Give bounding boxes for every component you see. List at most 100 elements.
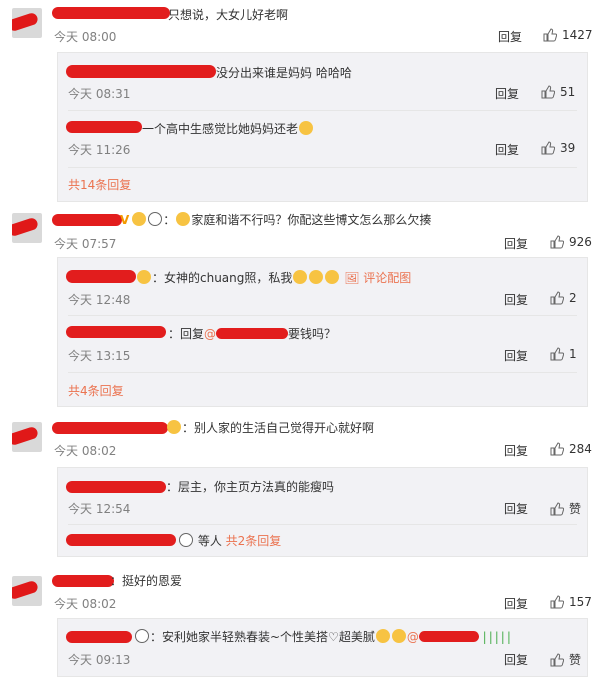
timestamp: 今天 12:48 <box>68 293 131 307</box>
reply-button[interactable]: 回复 <box>498 28 522 45</box>
like-count: 926 <box>569 235 592 249</box>
like-button[interactable]: 赞 <box>550 651 581 668</box>
like-button[interactable]: 39 <box>541 141 575 155</box>
reply-button[interactable]: 回复 <box>495 85 519 102</box>
reply-text: 一个高中生感觉比她妈妈还老 <box>142 120 314 137</box>
like-button[interactable]: 51 <box>541 85 575 99</box>
divider <box>68 524 577 525</box>
comment-text: 只想说，大女儿好老啊 <box>168 8 289 22</box>
redacted-usernames <box>66 534 176 546</box>
timestamp: 今天 08:00 <box>54 30 117 44</box>
redacted-username <box>52 214 122 226</box>
panda-icon <box>148 212 163 226</box>
reply-item: ：回复@ 要钱吗？ 今天 13:15 回复 1 <box>58 314 587 369</box>
like-count: 1 <box>569 347 577 361</box>
reply-item: 没分出来谁是妈妈 哈哈哈 今天 08:31 回复 51 <box>58 53 587 108</box>
reply-button[interactable]: 回复 <box>504 595 528 612</box>
thumbs-up-icon <box>550 235 564 249</box>
more-replies-link[interactable]: 共14条回复 <box>68 176 131 193</box>
timestamp: 今天 12:54 <box>68 502 131 516</box>
verified-badge-icon: V <box>120 213 130 227</box>
redacted-username <box>66 631 132 643</box>
avatar[interactable] <box>12 8 42 38</box>
avatar[interactable] <box>12 213 42 243</box>
divider <box>68 372 577 373</box>
reply-item: ：女神的chuang照，私我 🖼 评论配图 今天 12:48 回复 2 <box>58 258 587 313</box>
thumbs-up-icon <box>541 85 555 99</box>
timestamp: 今天 08:02 <box>54 597 117 611</box>
panda-icon <box>179 533 193 547</box>
reply-button[interactable]: 回复 <box>504 235 528 252</box>
emoji-icon <box>137 270 151 284</box>
like-button[interactable]: 1 <box>550 347 577 361</box>
emoji-icon <box>391 629 406 643</box>
reply-text: 没分出来谁是妈妈 哈哈哈 <box>216 66 352 80</box>
timestamp: 今天 09:13 <box>68 653 131 667</box>
reply-button[interactable]: 回复 <box>504 347 528 364</box>
comment-text: V：家庭和谐不行吗？你配这些博文怎么那么欠揍 <box>120 212 432 227</box>
more-replies-link[interactable]: 共4条回复 <box>68 382 124 399</box>
reply-item: ：安利她家半轻熟春装~个性美搭♡超美腻 @ ||||| 今天 09:13 回复 赞 <box>58 619 587 674</box>
timestamp: 今天 13:15 <box>68 349 131 363</box>
reply-button[interactable]: 回复 <box>504 291 528 308</box>
like-button[interactable]: 157 <box>550 595 592 609</box>
thumbs-up-icon <box>550 652 564 666</box>
reply-thread: 没分出来谁是妈妈 哈哈哈 今天 08:31 回复 51 一个高中生感觉比她妈妈还… <box>57 52 588 202</box>
reply-thread: ：女神的chuang照，私我 🖼 评论配图 今天 12:48 回复 2 ：回复@… <box>57 257 588 407</box>
like-button[interactable]: 1427 <box>543 28 593 42</box>
comment-3: ：别人家的生活自己觉得开心就好啊 今天 08:02 回复 284 ：层主，你主页… <box>0 412 600 562</box>
emoji-icon <box>309 270 324 284</box>
reply-text: ：回复@ 要钱吗？ <box>168 327 337 341</box>
timestamp: 今天 07:57 <box>54 237 117 251</box>
like-button[interactable]: 赞 <box>550 500 581 517</box>
thumbs-up-icon <box>550 291 564 305</box>
reply-thread: ：安利她家半轻熟春装~个性美搭♡超美腻 @ ||||| 今天 09:13 回复 赞 <box>57 618 588 677</box>
redacted-username <box>52 7 170 19</box>
more-replies-link[interactable]: 共2条回复 <box>226 534 282 548</box>
thumbs-up-icon <box>543 28 557 42</box>
like-count: 39 <box>560 141 576 155</box>
comment-2: V：家庭和谐不行吗？你配这些博文怎么那么欠揍 今天 07:57 回复 926 ：… <box>0 205 600 410</box>
divider <box>68 167 577 168</box>
redacted-username <box>66 65 216 78</box>
comment-4: ：挺好的恩爱 今天 08:02 回复 157 ：安利她家半轻熟春装~个性美搭♡超… <box>0 566 600 677</box>
like-button[interactable]: 284 <box>550 442 592 456</box>
redacted-mention <box>418 631 479 642</box>
avatar[interactable] <box>12 576 42 606</box>
comment-image-link[interactable]: 🖼 评论配图 <box>344 271 411 285</box>
like-count: 2 <box>569 291 577 305</box>
thumbs-up-icon <box>541 141 555 155</box>
thumbs-up-icon <box>550 347 564 361</box>
redacted-username <box>66 326 166 338</box>
timestamp: 今天 08:31 <box>68 87 131 101</box>
comment-text: ：别人家的生活自己觉得开心就好啊 <box>166 419 374 436</box>
reply-button[interactable]: 回复 <box>504 500 528 517</box>
reply-button[interactable]: 回复 <box>495 141 519 158</box>
thumbs-up-icon <box>550 442 564 456</box>
like-button[interactable]: 926 <box>550 235 592 249</box>
emoji-icon <box>167 420 181 434</box>
emoji-icon <box>176 212 191 226</box>
timestamp: 今天 08:02 <box>54 444 117 458</box>
emoji-icon <box>293 270 308 284</box>
emoji-icon <box>299 121 314 135</box>
emoji-icon <box>325 270 340 284</box>
redacted-username <box>52 422 168 434</box>
like-button[interactable]: 2 <box>550 291 577 305</box>
like-count: 51 <box>560 85 576 99</box>
avatar[interactable] <box>12 422 42 452</box>
redacted-mention <box>216 328 289 339</box>
grass-emoji-icon: ||||| <box>482 630 513 644</box>
reply-text: ：女神的chuang照，私我 🖼 评论配图 <box>136 269 411 286</box>
redacted-username <box>66 121 142 133</box>
emoji-icon <box>132 212 147 226</box>
comment-text: ：挺好的恩爱 <box>110 574 183 588</box>
reply-button[interactable]: 回复 <box>504 651 528 668</box>
reply-button[interactable]: 回复 <box>504 442 528 459</box>
comment-1: 只想说，大女儿好老啊 今天 08:00 回复 1427 没分出来谁是妈妈 哈哈哈… <box>0 0 600 205</box>
thumbs-up-icon <box>550 595 564 609</box>
comment-feed: 只想说，大女儿好老啊 今天 08:00 回复 1427 没分出来谁是妈妈 哈哈哈… <box>0 0 600 677</box>
redacted-username <box>66 481 166 493</box>
emoji-icon <box>375 629 390 643</box>
thumbs-up-icon <box>550 501 564 515</box>
